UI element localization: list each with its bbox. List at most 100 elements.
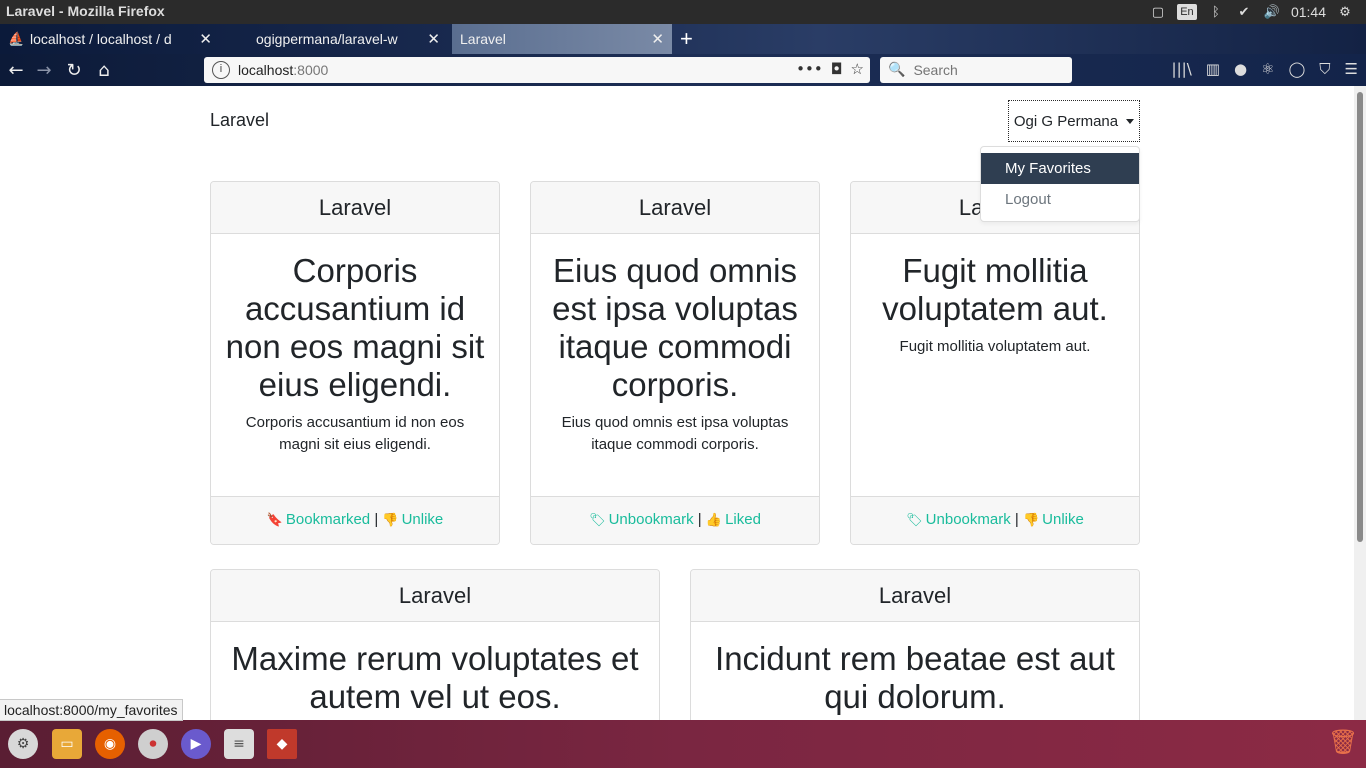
user-menu-button[interactable]: Ogi G Permana: [1008, 100, 1140, 142]
site-info-icon[interactable]: i: [212, 61, 230, 79]
url-port: :8000: [293, 62, 329, 78]
card-header: Laravel: [691, 570, 1139, 622]
forward-button[interactable]: →: [32, 58, 56, 82]
power-icon[interactable]: ⚙: [1336, 4, 1354, 20]
page-actions-icon[interactable]: •••: [796, 60, 823, 78]
post-card: Laravel Maxime rerum voluptates et autem…: [210, 569, 660, 720]
post-card: Laravel Eius quod omnis est ipsa volupta…: [530, 181, 820, 545]
card-header: Laravel: [211, 570, 659, 622]
nav-toolbar: ← → ↻ ⌂ i localhost:8000 ••• ◘ ☆ 🔍 |||\ …: [0, 54, 1366, 86]
card-text: Corporis accusantium id non eos magni si…: [245, 414, 465, 453]
tab-github[interactable]: ogigpermana/laravel-w ✕: [226, 24, 448, 54]
app-icon[interactable]: ◆: [267, 729, 297, 759]
clock[interactable]: 01:44: [1291, 4, 1326, 20]
window-titlebar: Laravel - Mozilla Firefox ▢ En ᛒ ✔ 🔊 01:…: [0, 0, 1366, 24]
page-scrollbar[interactable]: [1354, 86, 1366, 720]
like-label: Unlike: [1042, 511, 1084, 528]
bookmark-outline-icon: 🏷: [589, 512, 606, 527]
thumbs-up-icon: 👍: [705, 512, 723, 527]
menu-item-logout[interactable]: Logout: [981, 184, 1139, 215]
card-footer: 🏷 Unbookmark | 👍 Liked: [531, 496, 819, 544]
firefox-icon[interactable]: ◉: [95, 729, 125, 759]
github-icon: [234, 31, 250, 47]
files-icon[interactable]: ▭: [52, 729, 82, 759]
bookmark-label: Unbookmark: [925, 511, 1011, 528]
phpmyadmin-icon: ⛵: [8, 31, 25, 46]
library-icon[interactable]: |||\: [1172, 60, 1192, 78]
shield-icon[interactable]: ⛉: [1319, 60, 1330, 78]
toolbar-extensions: |||\ ▥ ● ⚛ ◯ ⛉ ☰: [1172, 60, 1358, 78]
card-footer: 🔖 Bookmarked | 👎 Unlike: [211, 496, 499, 544]
page-content: Laravel Ogi G Permana My Favorites Logou…: [0, 86, 1354, 720]
search-icon: 🔍: [888, 62, 906, 78]
card-title: Maxime rerum voluptates et autem vel ut …: [231, 640, 639, 715]
separator: |: [1014, 511, 1019, 528]
bookmark-link[interactable]: 🏷 Unbookmark: [906, 511, 1011, 528]
like-link[interactable]: 👎 Unlike: [382, 511, 443, 528]
tab-label: Laravel: [460, 31, 506, 47]
volume-icon[interactable]: 🔊: [1263, 4, 1281, 20]
card-text: Eius quod omnis est ipsa voluptas itaque…: [561, 414, 789, 453]
clipboard-icon[interactable]: ✔: [1235, 4, 1253, 20]
close-tab-icon[interactable]: ✕: [427, 30, 440, 48]
text-editor-icon[interactable]: ≡: [224, 729, 254, 759]
card-title: Fugit mollitia voluptatem aut.: [882, 252, 1108, 327]
system-settings-icon[interactable]: ⚙: [8, 729, 38, 759]
tab-laravel[interactable]: Laravel ✕: [452, 24, 672, 54]
sidebar-icon[interactable]: ▥: [1206, 60, 1220, 78]
new-tab-button[interactable]: +: [680, 26, 693, 52]
trash-icon[interactable]: 🗑: [1328, 728, 1358, 760]
post-card: Laravel Corporis accusantium id non eos …: [210, 181, 500, 545]
card-footer: 🏷 Unbookmark | 👎 Unlike: [851, 496, 1139, 544]
separator: |: [697, 511, 702, 528]
tab-phpmyadmin[interactable]: ⛵ localhost / localhost / d ✕: [0, 24, 220, 54]
reload-button[interactable]: ↻: [62, 58, 86, 82]
like-label: Liked: [725, 511, 761, 528]
card-header: Laravel: [211, 182, 499, 234]
search-input[interactable]: [913, 62, 1064, 78]
close-tab-icon[interactable]: ✕: [199, 30, 212, 48]
user-dropdown-menu: My Favorites Logout: [980, 146, 1140, 222]
extension-icon[interactable]: ●: [1234, 60, 1247, 78]
tab-bar: ⛵ localhost / localhost / d ✕ ogigperman…: [0, 24, 1366, 54]
close-tab-icon[interactable]: ✕: [651, 30, 664, 48]
url-host: localhost: [238, 62, 294, 78]
like-link[interactable]: 👍 Liked: [706, 511, 761, 528]
menu-item-my-favorites[interactable]: My Favorites: [981, 153, 1139, 184]
bookmark-star-icon[interactable]: ☆: [851, 60, 864, 78]
like-link[interactable]: 👎 Unlike: [1023, 511, 1084, 528]
taskbar: ⚙ ▭ ◉ ⏺ ▶ ≡ ◆ 🗑: [0, 720, 1366, 768]
media-player-icon[interactable]: ▶: [181, 729, 211, 759]
extension-ring-icon[interactable]: ◯: [1288, 60, 1305, 78]
react-devtools-icon[interactable]: ⚛: [1261, 60, 1274, 78]
back-button[interactable]: ←: [4, 58, 28, 82]
scrollbar-thumb[interactable]: [1357, 92, 1363, 542]
search-bar[interactable]: 🔍: [880, 57, 1072, 83]
bookmark-link[interactable]: 🏷 Unbookmark: [589, 511, 694, 528]
bookmark-link[interactable]: 🔖 Bookmarked: [267, 511, 370, 528]
url-text[interactable]: localhost:8000: [238, 62, 328, 78]
url-bar[interactable]: i localhost:8000 ••• ◘ ☆: [204, 57, 870, 83]
app-brand[interactable]: Laravel: [210, 110, 269, 131]
menu-icon[interactable]: ☰: [1345, 60, 1358, 78]
separator: |: [374, 511, 379, 528]
post-card: Laravel Incidunt rem beatae est aut qui …: [690, 569, 1140, 720]
keyboard-layout-indicator[interactable]: En: [1176, 4, 1197, 20]
bookmark-outline-icon: 🏷: [906, 512, 923, 527]
tab-label: ogigpermana/laravel-w: [256, 31, 398, 47]
toggle-app-icon[interactable]: ⏺: [138, 729, 168, 759]
home-button[interactable]: ⌂: [92, 58, 116, 82]
system-tray: ▢ En ᛒ ✔ 🔊 01:44 ⚙: [1149, 0, 1366, 24]
link-status-bar: localhost:8000/my_favorites: [0, 699, 183, 721]
bookmark-label: Unbookmark: [608, 511, 694, 528]
bookmark-solid-icon: 🔖: [266, 512, 283, 527]
bluetooth-icon[interactable]: ᛒ: [1207, 4, 1225, 20]
tab-label: localhost / localhost / d: [30, 31, 172, 47]
thumbs-down-icon: 👎: [1022, 512, 1040, 527]
bookmark-label: Bookmarked: [285, 511, 371, 528]
card-title: Incidunt rem beatae est aut qui dolorum.: [715, 640, 1115, 715]
screen-icon[interactable]: ▢: [1149, 4, 1167, 20]
caret-down-icon: [1126, 118, 1135, 124]
pocket-icon[interactable]: ◘: [831, 60, 843, 78]
card-text: Fugit mollitia voluptatem aut.: [899, 338, 1091, 355]
